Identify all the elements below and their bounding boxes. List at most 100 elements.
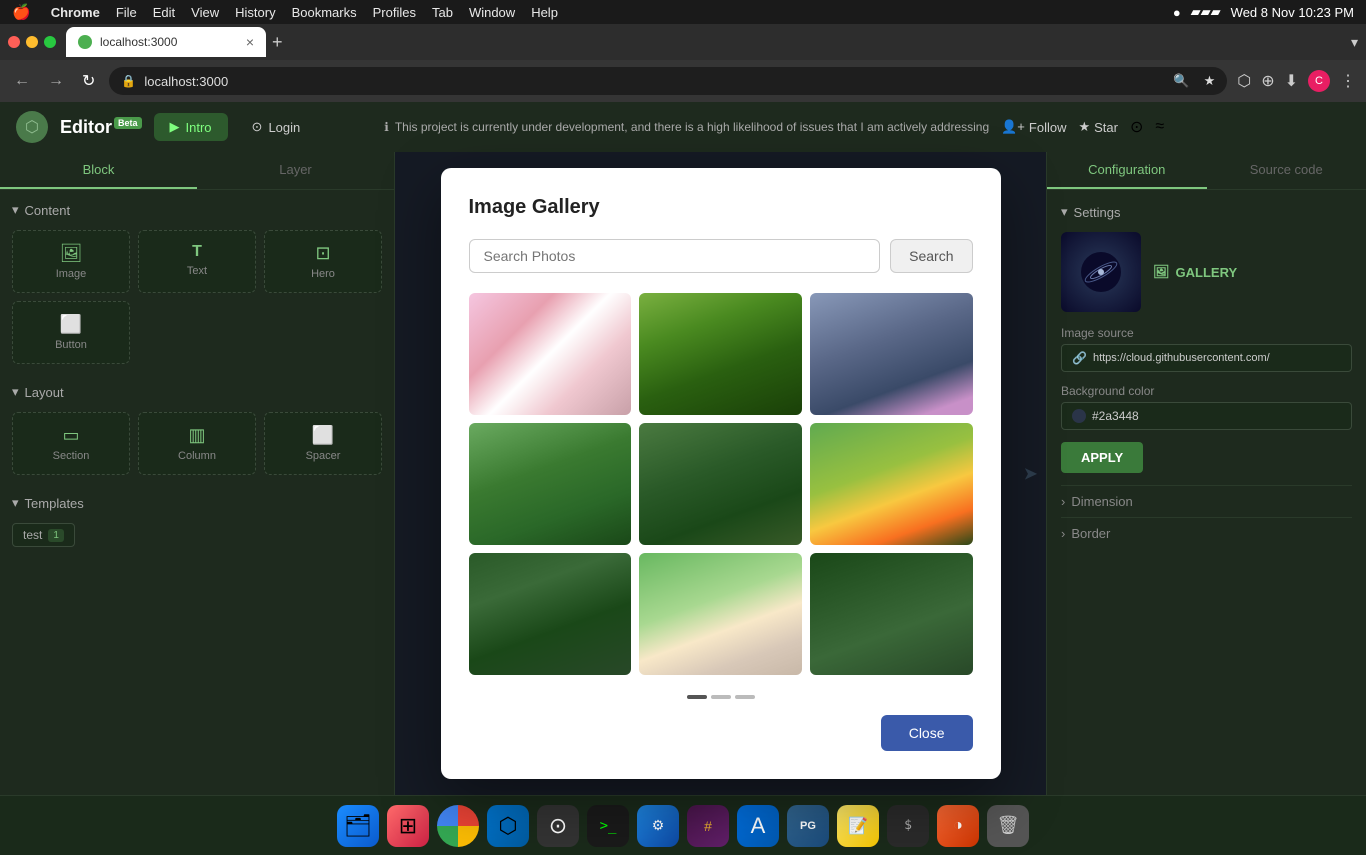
gallery-component-preview: 🖼 GALLERY bbox=[1061, 232, 1352, 312]
menu-bookmarks[interactable]: Bookmarks bbox=[292, 5, 357, 20]
scroll-dot-1 bbox=[687, 695, 707, 699]
dock-terminal2[interactable]: $ bbox=[887, 805, 929, 847]
section-label: Section bbox=[21, 450, 121, 462]
block-hero[interactable]: ⊡ Hero bbox=[264, 230, 382, 293]
dock-slack[interactable]: # bbox=[687, 805, 729, 847]
modal-overlay[interactable]: Image Gallery Search bbox=[395, 152, 1046, 795]
refresh-button[interactable]: ↻ bbox=[78, 67, 99, 95]
tab-extra-menu[interactable]: ▾ bbox=[1351, 34, 1358, 51]
intro-button[interactable]: ▶ Intro bbox=[154, 113, 228, 141]
search-photos-input[interactable] bbox=[469, 239, 881, 273]
window-controls bbox=[8, 36, 56, 48]
chrome-tabbar: localhost:3000 × + ▾ bbox=[0, 24, 1366, 60]
background-color-label: Background color bbox=[1061, 384, 1352, 398]
gallery-image-8[interactable] bbox=[639, 553, 802, 675]
follow-button[interactable]: 👤+ Follow bbox=[1001, 119, 1066, 135]
search-row: Search bbox=[469, 239, 973, 273]
link-icon: 🔗 bbox=[1072, 351, 1087, 365]
templates-section-header[interactable]: ▾ Templates bbox=[12, 495, 382, 511]
chevron-down-icon-settings: ▾ bbox=[1061, 204, 1068, 220]
border-row[interactable]: › Border bbox=[1061, 517, 1352, 549]
background-color-value[interactable]: #2a3448 bbox=[1061, 402, 1352, 430]
close-modal-button[interactable]: Close bbox=[881, 715, 973, 751]
bookmark-icon[interactable]: ★ bbox=[1204, 73, 1216, 89]
maximize-window-button[interactable] bbox=[44, 36, 56, 48]
apply-button[interactable]: APPLY bbox=[1061, 442, 1143, 473]
gallery-image-7[interactable] bbox=[469, 553, 632, 675]
gallery-image-6[interactable] bbox=[810, 423, 973, 545]
menu-edit[interactable]: Edit bbox=[153, 5, 175, 20]
dock-chrome[interactable] bbox=[437, 805, 479, 847]
menu-chrome[interactable]: Chrome bbox=[51, 5, 100, 20]
forward-button[interactable]: → bbox=[44, 68, 68, 94]
menu-tab[interactable]: Tab bbox=[432, 5, 453, 20]
minimize-window-button[interactable] bbox=[26, 36, 38, 48]
template-item[interactable]: test 1 bbox=[12, 523, 382, 547]
image-source-value[interactable]: 🔗 https://cloud.githubusercontent.com/ bbox=[1061, 344, 1352, 372]
menu-view[interactable]: View bbox=[191, 5, 219, 20]
settings-section: ▾ Settings bbox=[1061, 204, 1352, 549]
settings-header[interactable]: ▾ Settings bbox=[1061, 204, 1352, 220]
search-icon[interactable]: 🔍 bbox=[1173, 73, 1189, 89]
menu-file[interactable]: File bbox=[116, 5, 137, 20]
search-button[interactable]: Search bbox=[890, 239, 972, 273]
dock-notes[interactable]: 📝 bbox=[837, 805, 879, 847]
back-button[interactable]: ← bbox=[10, 68, 34, 94]
tab-source-code[interactable]: Source code bbox=[1207, 152, 1366, 189]
content-section-header[interactable]: ▾ Content bbox=[12, 202, 382, 218]
gallery-image-5[interactable] bbox=[639, 423, 802, 545]
menu-profiles[interactable]: Profiles bbox=[373, 5, 416, 20]
block-column[interactable]: ▥ Column bbox=[138, 412, 256, 475]
dimension-row[interactable]: › Dimension bbox=[1061, 485, 1352, 517]
dock-launchpad[interactable]: ⊞ bbox=[387, 805, 429, 847]
block-button[interactable]: ⬜ Button bbox=[12, 301, 130, 364]
profile-icon[interactable]: ⊕ bbox=[1261, 71, 1274, 91]
block-spacer[interactable]: ⬜ Spacer bbox=[264, 412, 382, 475]
chrome-menu-icon[interactable]: ⋮ bbox=[1340, 71, 1356, 91]
dock-vscode[interactable]: ⬡ bbox=[487, 805, 529, 847]
canvas-area[interactable]: Image Gallery Search bbox=[395, 152, 1046, 795]
new-tab-button[interactable]: + bbox=[272, 32, 283, 53]
app-header: ⬡ EditorBeta ▶ Intro ⊙ Login ℹ This proj… bbox=[0, 102, 1366, 152]
tab-block[interactable]: Block bbox=[0, 152, 197, 189]
apple-icon[interactable]: 🍎 bbox=[12, 3, 31, 21]
dock-terminal[interactable]: >_ bbox=[587, 805, 629, 847]
tab-favicon bbox=[78, 35, 92, 49]
lock-icon: 🔒 bbox=[121, 74, 136, 88]
column-icon: ▥ bbox=[147, 425, 247, 446]
layout-section-header[interactable]: ▾ Layout bbox=[12, 384, 382, 400]
menu-window[interactable]: Window bbox=[469, 5, 515, 20]
gallery-image-2[interactable] bbox=[639, 293, 802, 415]
menu-history[interactable]: History bbox=[235, 5, 275, 20]
tab-layer[interactable]: Layer bbox=[197, 152, 394, 189]
gallery-preview-image bbox=[1061, 232, 1141, 312]
address-bar[interactable]: 🔒 localhost:3000 🔍 ★ bbox=[109, 67, 1227, 95]
close-window-button[interactable] bbox=[8, 36, 20, 48]
login-button[interactable]: ⊙ Login bbox=[240, 113, 313, 141]
dock-finder[interactable]: 🗂 bbox=[337, 805, 379, 847]
gallery-image-3[interactable] bbox=[810, 293, 973, 415]
gallery-image-4[interactable] bbox=[469, 423, 632, 545]
menu-help[interactable]: Help bbox=[531, 5, 558, 20]
dock-arc[interactable]: ◑ bbox=[937, 805, 979, 847]
tab-close-button[interactable]: × bbox=[246, 34, 254, 50]
block-image[interactable]: 🖼 Image bbox=[12, 230, 130, 293]
gallery-image-9[interactable] bbox=[810, 553, 973, 675]
download-icon[interactable]: ⬇ bbox=[1285, 71, 1298, 91]
block-section[interactable]: ▭ Section bbox=[12, 412, 130, 475]
dock-xcode[interactable]: ⚙ bbox=[637, 805, 679, 847]
button-icon: ⬜ bbox=[21, 314, 121, 335]
extensions-icon[interactable]: ⬡ bbox=[1237, 71, 1251, 91]
left-panel: Block Layer ▾ Content 🖼 Image T Text ⊡ H… bbox=[0, 152, 395, 795]
gallery-image-1[interactable] bbox=[469, 293, 632, 415]
active-tab[interactable]: localhost:3000 × bbox=[66, 27, 266, 57]
block-text[interactable]: T Text bbox=[138, 230, 256, 293]
dock-github[interactable]: ⊙ bbox=[537, 805, 579, 847]
star-button[interactable]: ★ Star bbox=[1078, 119, 1118, 135]
dock-pg[interactable]: PG bbox=[787, 805, 829, 847]
dock-trash[interactable]: 🗑 bbox=[987, 805, 1029, 847]
github-link[interactable]: ⊙ bbox=[1130, 117, 1143, 137]
chrome-profile-avatar[interactable]: C bbox=[1308, 70, 1330, 92]
tab-configuration[interactable]: Configuration bbox=[1047, 152, 1207, 189]
dock-appstore[interactable]: A bbox=[737, 805, 779, 847]
